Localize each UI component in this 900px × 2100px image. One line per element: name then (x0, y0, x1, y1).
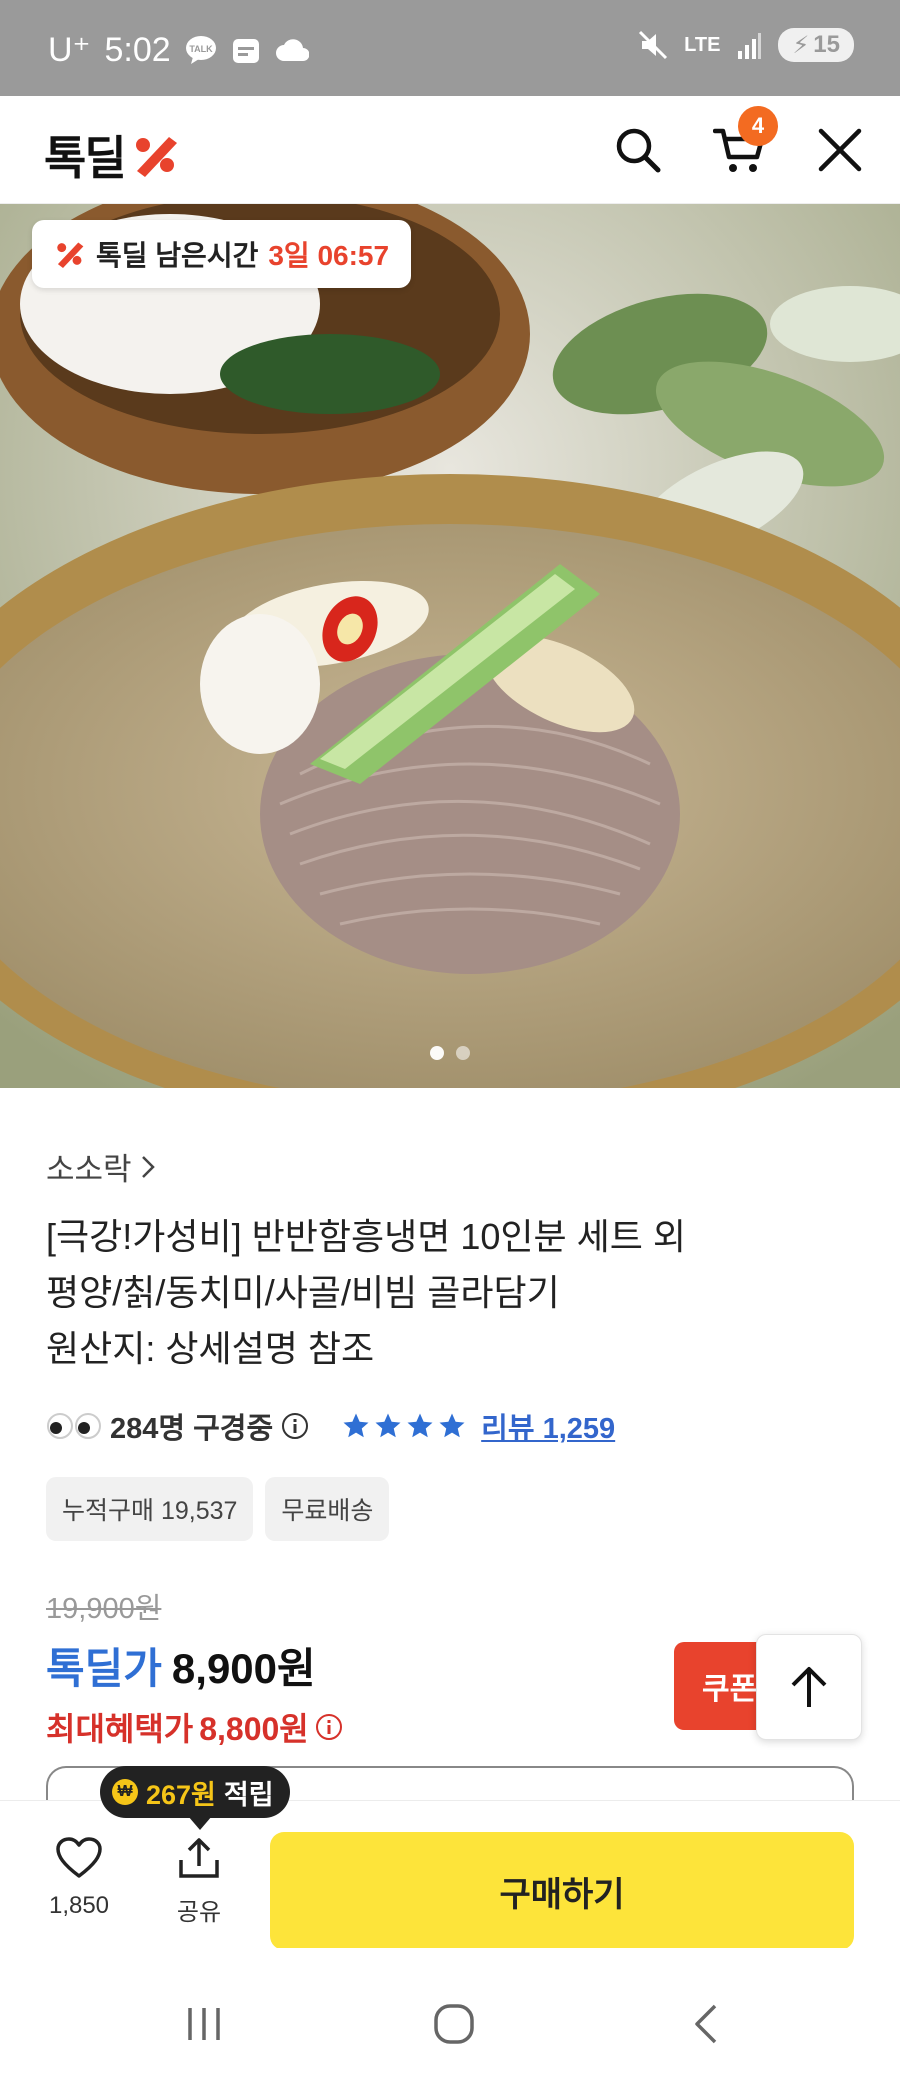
rating-stars (341, 1411, 467, 1441)
carousel-indicator (0, 1046, 900, 1060)
deal-price: 8,900원 (171, 1645, 316, 1692)
carousel-dot[interactable] (430, 1046, 444, 1060)
cart-count-badge: 4 (738, 106, 778, 146)
mute-icon (638, 30, 668, 60)
original-price: 19,900원 (46, 1593, 162, 1625)
title-line: 원산지: 상세설명 참조 (46, 1328, 375, 1369)
share-button[interactable]: 공유 (154, 1836, 244, 1927)
product-image-carousel[interactable]: 톡딜 남은시간 3일 06:57 (0, 204, 900, 1088)
share-label: 공유 (176, 1899, 222, 1926)
timer-value: 3일 06:57 (268, 240, 390, 271)
calendar-notification-icon (231, 35, 261, 65)
cloud-notification-icon (275, 35, 309, 65)
scroll-top-button[interactable] (756, 1634, 862, 1740)
max-benefit-label: 최대혜택가 (46, 1711, 194, 1747)
back-icon (695, 2004, 717, 2044)
home-button[interactable] (414, 1994, 494, 2054)
timer-label: 톡딜 남은시간 (96, 240, 259, 271)
search-button[interactable] (606, 118, 670, 182)
back-button[interactable] (666, 1994, 746, 2054)
battery-indicator: ⚡ 15 (778, 28, 854, 62)
heart-icon (56, 1837, 102, 1878)
svg-text:TALK: TALK (189, 44, 213, 54)
chevron-right-icon (141, 1155, 155, 1178)
close-button[interactable] (808, 118, 872, 182)
signal-icon (736, 31, 762, 59)
title-line: [극강!가성비] 반반함흥냉면 10인분 세트 외 (46, 1216, 686, 1257)
logo-text: 톡딜 (44, 132, 127, 184)
toktal-logo[interactable]: 톡딜 (44, 122, 181, 188)
product-title: [극강!가성비] 반반함흥냉면 10인분 세트 외 평양/칡/동치미/사골/비빔… (46, 1209, 866, 1377)
review-link[interactable]: 리뷰 1,259 (481, 1405, 615, 1447)
star-icon (375, 1413, 401, 1438)
seller-name: 소소락 (46, 1152, 132, 1187)
search-icon (616, 128, 661, 173)
viewers-count: 284명 구경중 (46, 1405, 309, 1447)
seller-link[interactable]: 소소락 (46, 1144, 866, 1189)
charging-icon: ⚡ (792, 31, 810, 59)
product-tags: 누적구매 19,537 무료배송 (46, 1477, 866, 1541)
max-benefit-price: 8,800원 (199, 1711, 309, 1747)
app-header: 톡딜 4 (0, 96, 900, 204)
recent-apps-icon (188, 2008, 220, 2040)
coin-icon: ₩ (112, 1779, 138, 1805)
deal-price-label: 톡딜가 (46, 1645, 162, 1692)
cart-button[interactable]: 4 (708, 106, 778, 182)
product-meta: 284명 구경중 리뷰 1,259 (46, 1405, 866, 1447)
points-suffix: 적립 (223, 1779, 274, 1810)
percent-icon (57, 242, 84, 268)
free-shipping-tag: 무료배송 (265, 1477, 390, 1541)
star-icon (407, 1413, 433, 1438)
carrier-label: U⁺ (48, 31, 91, 69)
status-bar: U⁺ 5:02 TALK LTE ⚡ 15 (0, 0, 900, 96)
info-icon[interactable] (315, 1713, 343, 1741)
purchase-count-tag: 누적구매 19,537 (46, 1477, 254, 1541)
like-count: 1,850 (48, 1892, 110, 1919)
home-icon (434, 2004, 474, 2044)
logo-percent-icon (135, 137, 177, 177)
star-icon (439, 1413, 465, 1438)
close-icon (818, 128, 862, 172)
points-amount: 267원 (146, 1779, 216, 1810)
info-icon[interactable] (281, 1412, 309, 1440)
naengmyeon-product-photo (0, 204, 900, 1088)
title-line: 평양/칡/동치미/사골/비빔 골라담기 (46, 1272, 560, 1313)
battery-level: 15 (813, 31, 840, 58)
system-nav-bar (0, 1948, 900, 2100)
carousel-dot[interactable] (456, 1046, 470, 1060)
buy-button[interactable]: 구매하기 (270, 1832, 854, 1950)
points-tooltip: ₩ 267원 적립 (100, 1766, 290, 1830)
like-button[interactable]: 1,850 (34, 1836, 124, 1920)
eyes-icon (47, 1413, 101, 1439)
recent-apps-button[interactable] (164, 1994, 244, 2054)
talk-notification-icon: TALK (185, 35, 217, 65)
network-type: LTE (684, 33, 721, 56)
share-icon (179, 1838, 219, 1878)
star-icon (343, 1413, 369, 1438)
arrow-up-icon (791, 1667, 827, 1707)
clock: 5:02 (104, 30, 171, 69)
deal-timer: 톡딜 남은시간 3일 06:57 (32, 220, 412, 288)
viewers-text: 284명 구경중 (110, 1413, 274, 1445)
